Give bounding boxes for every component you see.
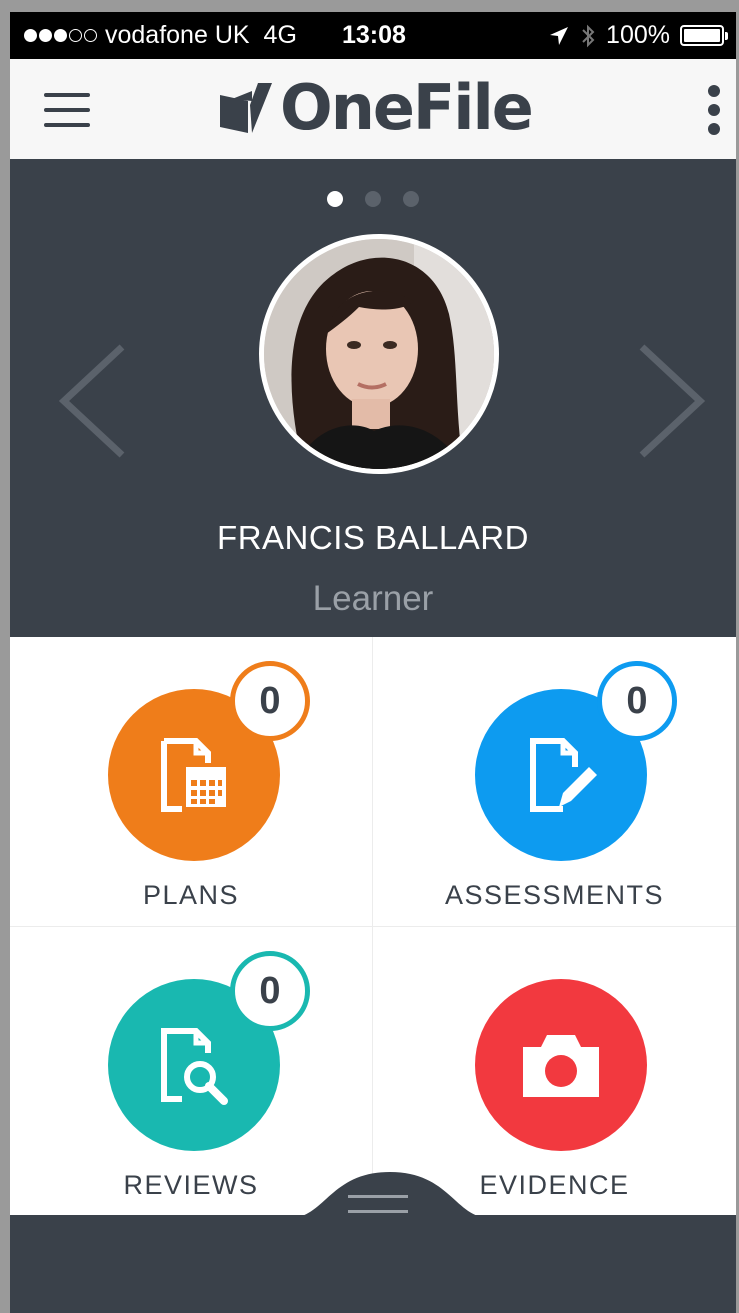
profile-name: FRANCIS BALLARD [217,519,529,556]
avatar-photo [264,239,494,469]
signal-strength-icon [24,29,97,42]
profile-role: Learner [312,579,434,618]
onefile-logo: OneFile [218,71,534,144]
carousel-dot[interactable] [365,191,381,207]
tile-plans[interactable]: 0 PLANS [10,637,373,927]
evidence-circle [475,979,647,1151]
chevron-right-icon[interactable] [632,341,712,461]
assessments-circle: 0 [475,661,677,861]
network-type: 4G [263,21,297,49]
tile-assessments[interactable]: 0 ASSESSMENTS [373,637,736,927]
avatar[interactable] [259,234,499,474]
clock-time: 13:08 [342,21,406,49]
camera-icon [523,1035,599,1097]
battery-icon [680,25,728,46]
location-arrow-icon [550,26,569,45]
status-bar: vodafone UK 4G 13:08 100% [10,12,736,59]
assessments-count-badge: 0 [597,661,677,741]
drag-handle-icon[interactable] [348,1195,408,1213]
carousel-dot[interactable] [327,191,343,207]
review-search-icon [161,1028,228,1105]
logo-text: OneFile [280,71,534,144]
plans-count-badge: 0 [230,661,310,741]
onefile-logo-icon [220,83,272,133]
carousel-dot[interactable] [403,191,419,207]
chevron-left-icon[interactable] [52,341,132,461]
hamburger-menu-icon[interactable] [44,93,90,127]
app-frame: vodafone UK 4G 13:08 100% OneFile FRANCI… [0,0,739,1313]
plan-calendar-icon [161,738,226,812]
dashboard-tiles: 0 PLANS 0 ASSESSMENTS 0 REVIEWS EVIDENCE [10,637,736,1217]
battery-percent: 100% [606,21,670,49]
assessment-edit-icon [530,738,597,812]
reviews-count-badge: 0 [230,951,310,1031]
plans-circle: 0 [108,661,310,861]
carrier-name: vodafone UK [105,21,250,49]
tile-label: PLANS [142,880,240,910]
more-vertical-icon[interactable] [706,85,722,135]
tile-label: ASSESSMENTS [444,880,665,910]
reviews-circle: 0 [108,951,310,1151]
profile-carousel: FRANCIS BALLARD Learner [10,159,736,637]
bottom-drawer [10,1215,736,1313]
bluetooth-icon [582,24,595,47]
app-header: OneFile [10,59,736,159]
carousel-page-indicator [10,191,736,207]
